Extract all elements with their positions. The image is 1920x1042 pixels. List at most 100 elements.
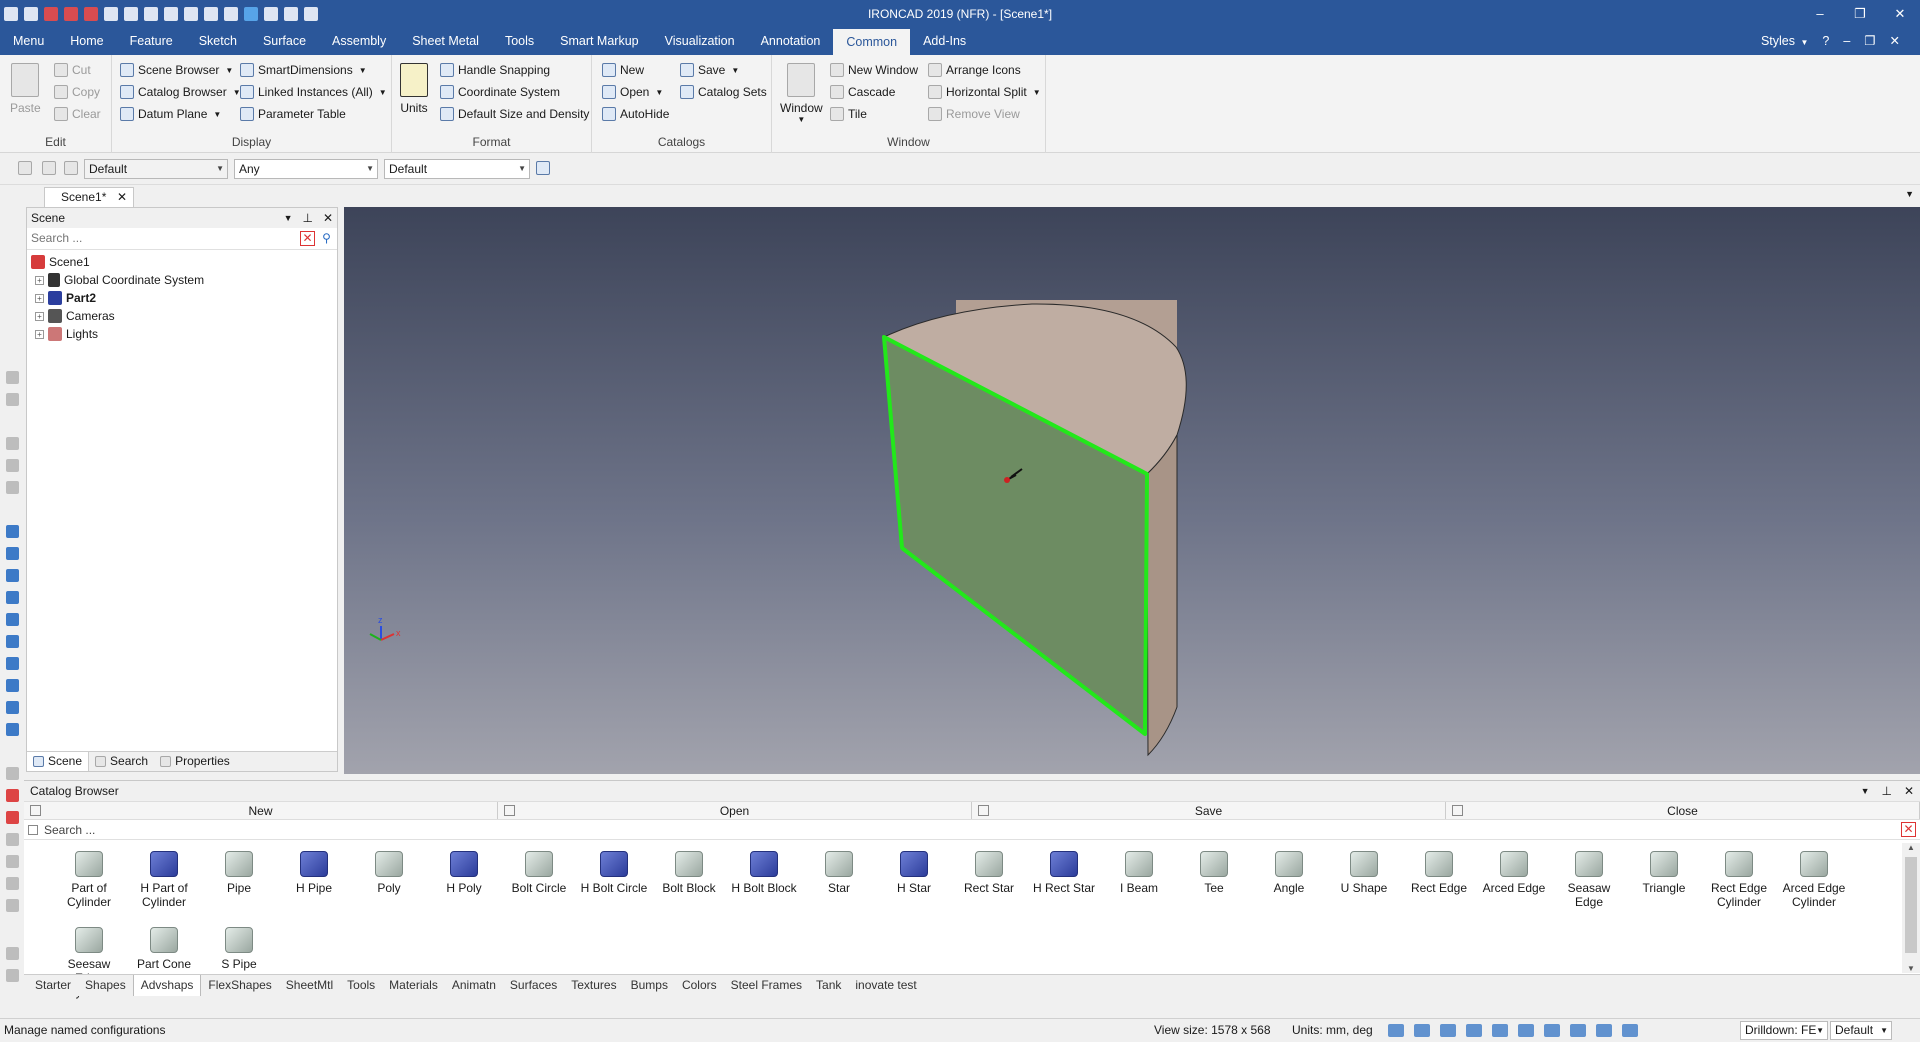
tool-icon-2[interactable] (6, 393, 19, 406)
catalog-tab[interactable]: Tank (809, 975, 848, 996)
catalog-tab[interactable]: Textures (564, 975, 623, 996)
catalog-browser-button[interactable]: Catalog Browser ▼ (120, 83, 241, 101)
catalog-item[interactable]: Poly (352, 851, 426, 895)
scroll-thumb[interactable] (1905, 857, 1917, 953)
tree-node-lights[interactable]: + Lights (27, 325, 337, 343)
pin-icon[interactable]: ⊥ (302, 208, 312, 228)
configuration-select[interactable]: Default ▼ (84, 159, 228, 179)
catalog-item[interactable]: H Bolt Block (727, 851, 801, 895)
catalog-item[interactable]: Arced Edge Cylinder (1777, 851, 1851, 909)
catalog-new-button[interactable]: New (24, 802, 498, 819)
catalog-item[interactable]: H Poly (427, 851, 501, 895)
clear-search-icon[interactable]: ✕ (300, 231, 315, 246)
view-normal-icon[interactable] (6, 723, 19, 736)
catalog-tab[interactable]: Advshaps (132, 975, 202, 996)
catalog-item[interactable]: S Pipe (202, 927, 276, 971)
chevron-down-icon[interactable]: ▼ (284, 208, 293, 228)
catalog-item[interactable]: Rect Edge Cylinder (1702, 851, 1776, 909)
catalog-item[interactable]: Bolt Circle (502, 851, 576, 895)
window-button[interactable]: Window ▼ (780, 63, 823, 124)
table-icon[interactable] (284, 6, 298, 21)
save-icon[interactable] (144, 6, 158, 21)
new-window-button[interactable]: New Window (830, 61, 918, 79)
tab-common[interactable]: Common (833, 29, 911, 55)
copy-button[interactable]: Copy (54, 83, 100, 101)
view-front-icon[interactable] (6, 525, 19, 538)
tree-node-part2[interactable]: + Part2 (27, 289, 337, 307)
catalog-tab[interactable]: Animatn (445, 975, 503, 996)
select-icon[interactable] (1622, 1024, 1638, 1037)
measure-icon[interactable] (6, 767, 19, 780)
zoom-window-icon[interactable] (1414, 1024, 1430, 1037)
clear-search-icon[interactable]: ✕ (1901, 822, 1916, 837)
scene-render[interactable]: z x (344, 207, 1920, 774)
linked-instances-button[interactable]: Linked Instances (All) ▼ (240, 83, 387, 101)
catalog-sets-button[interactable]: Catalog Sets (680, 83, 767, 101)
scroll-up-icon[interactable]: ▲ (1902, 843, 1920, 852)
pin-icon[interactable]: ⊥ (1881, 781, 1891, 801)
app-menu-icon[interactable] (4, 6, 18, 21)
zoom-icon[interactable] (1388, 1024, 1404, 1037)
catalog-item[interactable]: H Part of Cylinder (127, 851, 201, 909)
remove-view-button[interactable]: Remove View (928, 105, 1020, 123)
catalog-tab[interactable]: inovate test (848, 975, 923, 996)
minimize-button[interactable]: – (1800, 0, 1840, 27)
catalog-item[interactable]: Seasaw Edge (1552, 851, 1626, 909)
catalog-item[interactable]: Arced Edge (1477, 851, 1551, 895)
rotate-tool-icon[interactable] (6, 855, 19, 868)
horizontal-split-button[interactable]: Horizontal Split ▼ (928, 83, 1041, 101)
catalog-item[interactable]: Angle (1252, 851, 1326, 895)
panel-tab-scene[interactable]: Scene (27, 752, 90, 771)
expand-icon[interactable]: + (35, 329, 44, 339)
cascade-button[interactable]: Cascade (830, 83, 895, 101)
tab-home[interactable]: Home (57, 27, 116, 55)
tree-node-cameras[interactable]: + Cameras (27, 307, 337, 325)
ribbon-restore-button[interactable]: ❐ (1864, 27, 1875, 57)
autohide-button[interactable]: AutoHide (602, 105, 669, 123)
configuration-icon[interactable] (64, 161, 78, 175)
help-icon[interactable]: ? (1822, 27, 1829, 57)
panel-tab-properties[interactable]: Properties (154, 752, 236, 771)
tool-icon-5[interactable] (6, 481, 19, 494)
smart-snap-icon[interactable] (6, 811, 19, 824)
doc-tab-scene1[interactable]: Scene1* ✕ (44, 187, 134, 207)
catalog-item[interactable]: U Shape (1327, 851, 1401, 895)
catalog-item[interactable]: Triangle (1627, 851, 1701, 895)
redo-icon[interactable] (224, 6, 238, 21)
hierarchy-icon[interactable] (536, 161, 550, 175)
catalog-open-button[interactable]: Open (498, 802, 972, 819)
parameter-table-button[interactable]: Parameter Table (240, 105, 346, 123)
new-file-icon[interactable] (24, 6, 38, 21)
new-part-icon[interactable] (64, 6, 78, 21)
catalog-tab[interactable]: Surfaces (503, 975, 564, 996)
tab-surface[interactable]: Surface (250, 27, 319, 55)
catalog-tab[interactable]: Materials (382, 975, 445, 996)
catalog-item[interactable]: H Star (877, 851, 951, 895)
open-icon[interactable] (104, 6, 118, 21)
catalog-item[interactable]: Tee (1177, 851, 1251, 895)
view-trimetric-icon[interactable] (6, 701, 19, 714)
filter-select[interactable]: Any ▼ (234, 159, 378, 179)
catalog-new-button[interactable]: New (602, 61, 644, 79)
save-all-icon[interactable] (164, 6, 178, 21)
section-icon[interactable] (1518, 1024, 1534, 1037)
cylinder-curved-face[interactable] (1146, 434, 1178, 757)
grid-icon[interactable] (264, 6, 278, 21)
catalog-tab[interactable]: FlexShapes (201, 975, 278, 996)
catalog-close-button[interactable]: Close (1446, 802, 1920, 819)
units-button[interactable]: Units (400, 63, 428, 115)
catalog-tab[interactable]: Tools (340, 975, 382, 996)
catalog-item[interactable]: Rect Edge (1402, 851, 1476, 895)
tab-feature[interactable]: Feature (117, 27, 186, 55)
tool-icon-1[interactable] (6, 371, 19, 384)
tree-node-global-coordinate-system[interactable]: + Global Coordinate System (27, 271, 337, 289)
catalog-item[interactable]: H Pipe (277, 851, 351, 895)
triball-icon[interactable] (6, 789, 19, 802)
catalog-search-bar[interactable]: Search ... ✕ (24, 820, 1920, 840)
pencil-icon[interactable] (6, 947, 19, 960)
view-bottom-icon[interactable] (6, 635, 19, 648)
3d-viewport[interactable]: z x (344, 207, 1920, 774)
ruler-icon[interactable] (6, 969, 19, 982)
smart-dimensions-button[interactable]: SmartDimensions ▼ (240, 61, 367, 79)
close-window-button[interactable]: ✕ (1880, 0, 1920, 27)
